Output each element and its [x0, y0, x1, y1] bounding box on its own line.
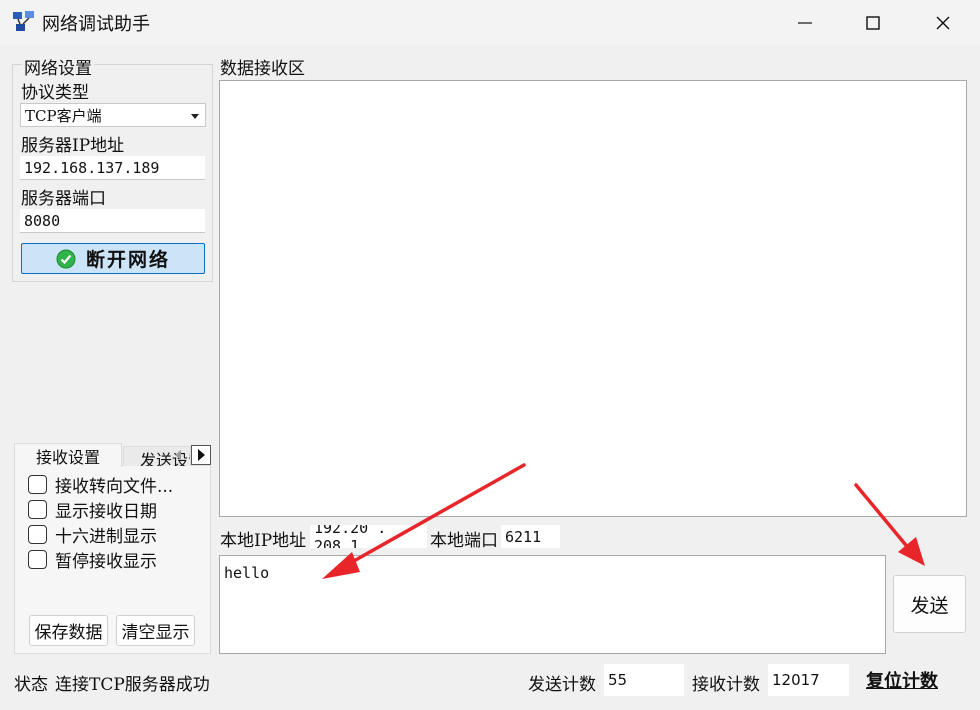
send-textarea[interactable]: hello	[219, 555, 886, 654]
local-ip-input[interactable]: 192.20 . 208.1	[310, 525, 427, 548]
close-button[interactable]	[908, 0, 978, 45]
send-button[interactable]: 发送	[893, 575, 966, 633]
server-port-label: 服务器端口	[21, 189, 106, 209]
option-label: 十六进制显示	[55, 527, 157, 547]
send-count-label: 发送计数	[528, 675, 596, 695]
arrow-right-icon	[197, 449, 205, 461]
checkbox[interactable]	[28, 525, 47, 544]
send-count-field: 55	[604, 664, 684, 696]
protocol-select[interactable]: TCP客户端	[20, 103, 206, 127]
minimize-button[interactable]	[770, 0, 840, 45]
status-label: 状态	[14, 675, 48, 695]
status-text: 连接TCP服务器成功	[55, 675, 210, 695]
option-pause-display[interactable]: 暂停接收显示	[28, 547, 157, 572]
server-ip-input[interactable]: 192.168.137.189	[20, 156, 205, 180]
dropdown-arrow-icon	[191, 114, 199, 119]
receive-area-label: 数据接收区	[220, 59, 305, 79]
server-ip-label: 服务器IP地址	[21, 136, 125, 156]
recv-count-label: 接收计数	[692, 675, 760, 695]
network-settings-legend: 网络设置	[22, 54, 94, 79]
protocol-value: TCP客户端	[25, 107, 102, 125]
minimize-icon	[798, 21, 812, 24]
maximize-icon	[866, 15, 880, 30]
option-show-date[interactable]: 显示接收日期	[28, 497, 157, 522]
receive-textarea[interactable]	[219, 80, 967, 517]
local-port-label: 本地端口	[430, 531, 498, 551]
window-title: 网络调试助手	[42, 14, 150, 35]
option-label: 显示接收日期	[55, 502, 157, 522]
close-icon	[936, 16, 950, 29]
clear-display-button[interactable]: 清空显示	[116, 615, 195, 646]
disconnect-button[interactable]: 断开网络	[21, 243, 205, 274]
tab-scroll-left-button[interactable]	[168, 445, 188, 465]
recv-count-field: 12017	[768, 664, 849, 696]
option-hex-display[interactable]: 十六进制显示	[28, 522, 157, 547]
option-label: 暂停接收显示	[55, 552, 157, 572]
local-port-input[interactable]: 6211	[501, 525, 560, 548]
checkbox[interactable]	[28, 550, 47, 569]
checkbox[interactable]	[28, 500, 47, 519]
protocol-label: 协议类型	[21, 83, 89, 103]
tab-scroll-right-button[interactable]	[191, 445, 211, 465]
server-port-input[interactable]: 8080	[20, 209, 205, 233]
tab-receive-settings[interactable]: 接收设置	[14, 443, 122, 467]
option-label: 接收转向文件...	[55, 477, 174, 497]
local-ip-label: 本地IP地址	[220, 531, 307, 551]
save-data-button[interactable]: 保存数据	[29, 615, 108, 646]
arrow-left-icon	[175, 450, 181, 460]
disconnect-button-label: 断开网络	[85, 249, 170, 271]
network-app-icon	[12, 10, 36, 34]
reset-count-button[interactable]: 复位计数	[866, 667, 938, 693]
option-receive-to-file[interactable]: 接收转向文件...	[28, 472, 173, 497]
maximize-button[interactable]	[838, 0, 908, 45]
checkbox[interactable]	[28, 475, 47, 494]
check-circle-icon	[56, 249, 76, 268]
